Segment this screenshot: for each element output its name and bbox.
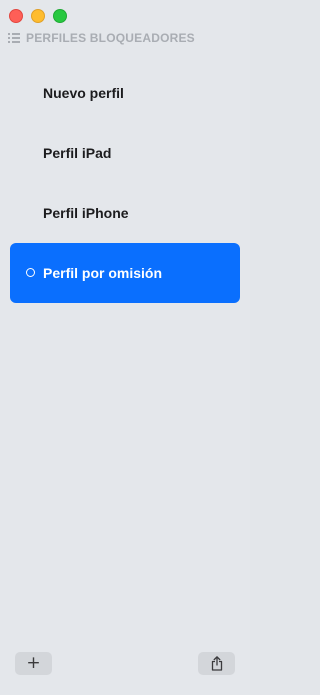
profile-item-label: Perfil por omisión [43, 265, 163, 281]
app-window: PERFILES BLOQUEADORES Nuevo perfil Perfi… [0, 0, 250, 695]
profile-item-perfil-por-omision[interactable]: Perfil por omisión [10, 243, 240, 303]
close-button[interactable] [9, 9, 23, 23]
plus-icon: + [26, 653, 41, 673]
bottom-toolbar: + [15, 652, 235, 675]
minimize-button[interactable] [31, 9, 45, 23]
section-header-label: PERFILES BLOQUEADORES [26, 31, 195, 45]
sidebar-section-header: PERFILES BLOQUEADORES [8, 31, 195, 45]
profile-list: Nuevo perfil Perfil iPad Perfil iPhone P… [10, 63, 240, 303]
profile-item-perfil-iphone[interactable]: Perfil iPhone [10, 183, 240, 243]
window-controls [9, 9, 67, 23]
zoom-button[interactable] [53, 9, 67, 23]
list-icon [8, 33, 20, 43]
add-profile-button[interactable]: + [15, 652, 52, 675]
share-icon [211, 656, 222, 671]
share-button[interactable] [198, 652, 235, 675]
profile-item-nuevo-perfil[interactable]: Nuevo perfil [10, 63, 240, 123]
profile-item-perfil-ipad[interactable]: Perfil iPad [10, 123, 240, 183]
selected-indicator-icon [26, 268, 35, 277]
profile-item-label: Perfil iPhone [43, 205, 129, 221]
profile-item-label: Nuevo perfil [43, 85, 124, 101]
profile-item-label: Perfil iPad [43, 145, 112, 161]
